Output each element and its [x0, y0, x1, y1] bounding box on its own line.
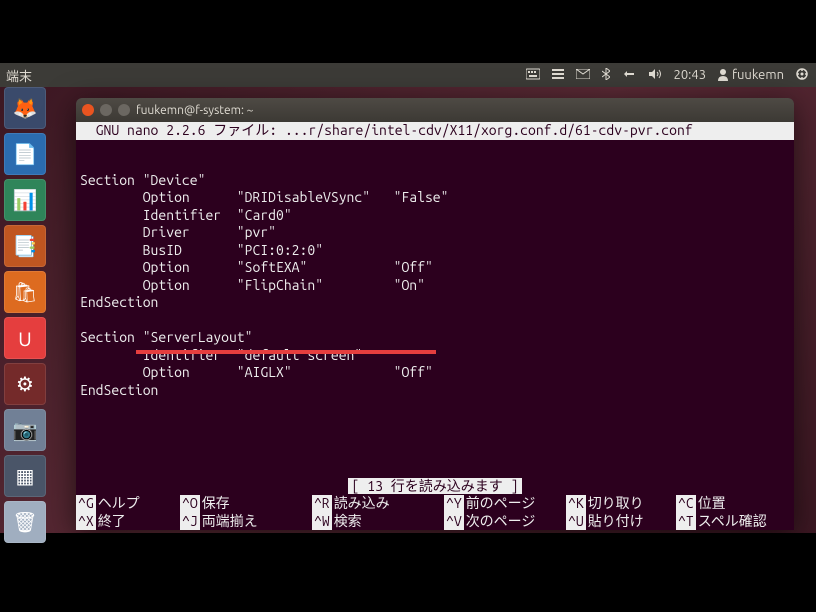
keyboard-indicator-icon[interactable]	[526, 68, 540, 83]
window-title: fuukemn@f-system: ~	[136, 104, 253, 117]
shortcut-key: ^K	[566, 495, 586, 513]
user-icon	[718, 69, 728, 81]
shortcut-label: 切り取り	[588, 495, 644, 513]
launcher-firefox[interactable]: 🦊	[4, 87, 46, 129]
unity-launcher: 🦊 📄 📊 📑 🛍 U ⚙ 📷 ▦ 🗑	[4, 87, 50, 543]
user-indicator[interactable]: fuukemn	[718, 68, 784, 82]
launcher-settings[interactable]: ⚙	[4, 363, 46, 405]
terminal-body[interactable]: GNU nano 2.2.6 ファイル: ...r/share/intel-cd…	[76, 122, 794, 530]
shortcut-key: ^U	[566, 513, 586, 531]
launcher-impress[interactable]: 📑	[4, 225, 46, 267]
launcher-writer[interactable]: 📄	[4, 133, 46, 175]
launcher-screenshot[interactable]: 📷	[4, 409, 46, 451]
menu-indicator-icon[interactable]	[552, 68, 564, 83]
clock[interactable]: 20:43	[674, 68, 707, 82]
window-titlebar[interactable]: fuukemn@f-system: ~	[76, 98, 794, 122]
maximize-icon[interactable]	[118, 104, 130, 116]
network-indicator-icon[interactable]	[622, 68, 636, 82]
launcher-software-center[interactable]: 🛍	[4, 271, 46, 313]
shortcut-key: ^Y	[444, 495, 464, 513]
shortcut-row-1: ^Gヘルプ ^O保存 ^R読み込み ^Y前のページ ^K切り取り ^C位置	[76, 495, 794, 513]
shortcut-label: 前のページ	[466, 495, 536, 513]
shortcut-label: 両端揃え	[202, 513, 258, 531]
shortcut-key: ^T	[676, 513, 696, 531]
volume-indicator-icon[interactable]	[648, 68, 662, 83]
mail-indicator-icon[interactable]	[576, 68, 590, 82]
shortcut-key: ^C	[676, 495, 696, 513]
session-indicator-icon[interactable]	[796, 68, 808, 83]
shortcut-label: スペル確認	[698, 513, 767, 531]
shortcut-key: ^G	[76, 495, 96, 513]
shortcut-label: 位置	[698, 495, 726, 513]
launcher-ubuntu-one[interactable]: U	[4, 317, 46, 359]
shortcut-key: ^O	[180, 495, 200, 513]
shortcut-label: 終了	[98, 513, 126, 531]
shortcut-label: ヘルプ	[98, 495, 140, 513]
launcher-trash[interactable]: 🗑	[4, 501, 46, 543]
nano-header-bar: GNU nano 2.2.6 ファイル: ...r/share/intel-cd…	[76, 122, 794, 140]
shortcut-key: ^V	[444, 513, 464, 531]
shortcut-label: 検索	[334, 513, 362, 531]
nano-footer: [ 13 行を読み込みます ] ^Gヘルプ ^O保存 ^R読み込み ^Y前のペー…	[76, 478, 794, 531]
app-indicator[interactable]: 端末	[0, 66, 32, 85]
bluetooth-indicator-icon[interactable]	[602, 68, 610, 83]
launcher-workspace[interactable]: ▦	[4, 455, 46, 497]
minimize-icon[interactable]	[100, 104, 112, 116]
nano-status-line: [ 13 行を読み込みます ]	[76, 478, 794, 496]
shortcut-label: 次のページ	[466, 513, 536, 531]
user-name-label: fuukemn	[732, 68, 784, 82]
nano-content[interactable]: Section "Device" Option "DRIDisableVSync…	[76, 140, 794, 434]
shortcut-label: 貼り付け	[588, 513, 644, 531]
shortcut-label: 読み込み	[334, 495, 390, 513]
terminal-window: fuukemn@f-system: ~ GNU nano 2.2.6 ファイル:…	[76, 98, 794, 530]
shortcut-label: 保存	[202, 495, 230, 513]
shortcut-key: ^J	[180, 513, 200, 531]
close-icon[interactable]	[82, 104, 94, 116]
shortcut-key: ^W	[312, 513, 332, 531]
shortcut-key: ^X	[76, 513, 96, 531]
highlight-mark	[136, 350, 436, 354]
shortcut-key: ^R	[312, 495, 332, 513]
shortcut-row-2: ^X終了 ^J両端揃え ^W検索 ^V次のページ ^U貼り付け ^Tスペル確認	[76, 513, 794, 531]
launcher-calc[interactable]: 📊	[4, 179, 46, 221]
top-menubar: 端末 20:43 fuukemn	[0, 63, 816, 87]
